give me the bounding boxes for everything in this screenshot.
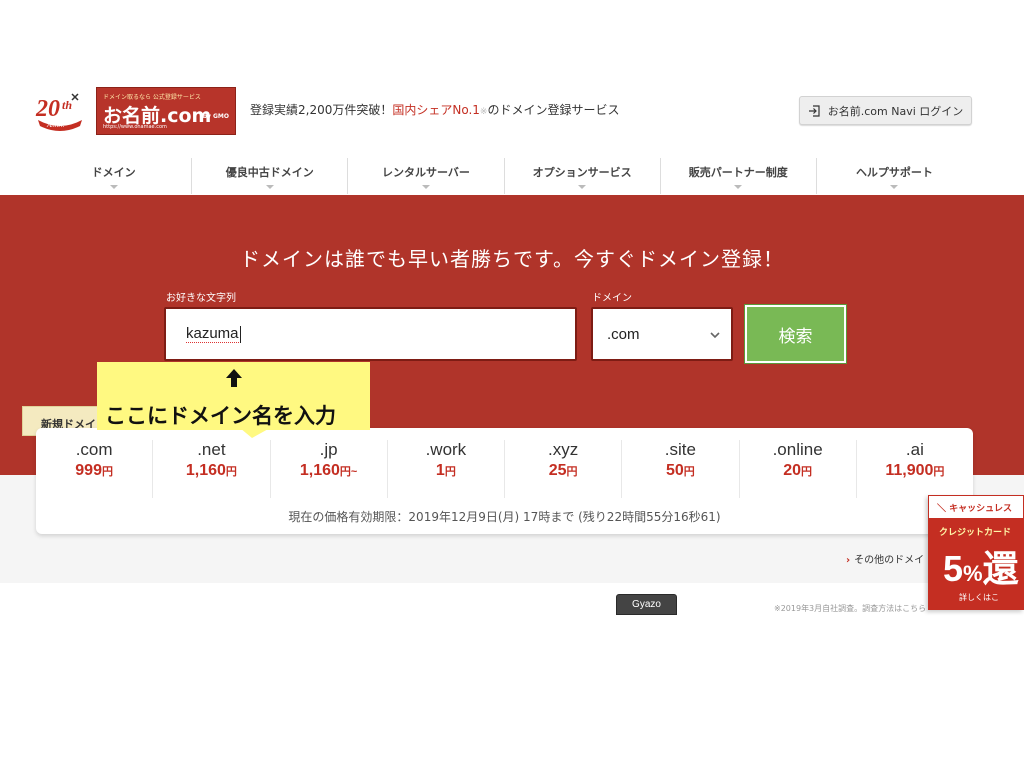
tld-price: 999円 (75, 462, 113, 479)
price-item-ai[interactable]: .ai 11,900円 (855, 440, 973, 498)
gyazo-button[interactable]: Gyazo (616, 594, 677, 615)
nav-item-help[interactable]: ヘルプサポート (815, 158, 972, 194)
tld-price: 1円 (435, 462, 456, 479)
svg-text:20: 20 (35, 96, 60, 122)
other-link-label: その他のドメイ (854, 555, 925, 566)
tld-name: .com (75, 440, 113, 459)
nav-item-partner[interactable]: 販売パートナー制度 (659, 158, 816, 194)
callout-tail (240, 428, 270, 438)
tld-price: 1,160円 (185, 462, 237, 479)
hero-title: ドメインは誰でも早い者勝ちです。今すぐドメイン登録！ (240, 247, 784, 271)
tagline-prefix: 登録実績2,200万件突破！ (250, 103, 393, 117)
svg-text:Anniv.: Anniv. (46, 121, 65, 129)
text-cursor (239, 325, 241, 343)
navi-login-button[interactable]: お名前.com Navi ログイン (799, 96, 972, 125)
header-tagline: 登録実績2,200万件突破！国内シェアNo.1※のドメイン登録サービス (250, 101, 619, 118)
svg-text:th: th (62, 98, 72, 112)
price-item-work[interactable]: .work 1円 (386, 440, 504, 498)
price-validity: 現在の価格有効期限：2019年12月9日(月) 17時まで (残り22時間55分… (288, 510, 721, 524)
caret-down-icon (265, 185, 274, 189)
tagline-suffix: のドメイン登録サービス (487, 103, 620, 117)
chevron-right-icon: › (846, 555, 851, 566)
cashless-header: ＼ キャッシュレス (937, 504, 1012, 514)
login-icon (808, 104, 820, 117)
nav-item-domain[interactable]: ドメイン (36, 158, 191, 194)
tld-price: 25円 (548, 462, 578, 479)
nav-label: ドメイン (91, 166, 136, 179)
survey-footnote: ※2019年3月自社調査。調査方法はこちら (774, 604, 927, 613)
site-logo[interactable]: ドメイン取るなら 公式登録サービス お名前.com by GMO https:/… (96, 87, 236, 135)
caret-down-icon (578, 185, 587, 189)
cashless-sub: クレジットカード (939, 528, 1012, 538)
caret-down-icon (890, 185, 899, 189)
price-item-net[interactable]: .net 1,160円 (152, 440, 269, 498)
cashless-banner[interactable]: ＼ キャッシュレス クレジットカード 5%還 詳しくはこ (928, 495, 1024, 610)
tld-price: 1,160円~ (299, 462, 358, 479)
nav-label: レンタルサーバー (381, 166, 470, 179)
tagline-highlight[interactable]: 国内シェアNo.1 (392, 103, 480, 117)
search-button[interactable]: 検索 (745, 305, 846, 363)
price-item-site[interactable]: .site 50円 (621, 440, 738, 498)
nav-item-option-service[interactable]: オプションサービス (503, 158, 660, 194)
site-header: 20 th Anniv. ドメイン取るなら 公式登録サービス お名前.com b… (0, 80, 1024, 150)
input-hint-callout: ここにドメイン名を入力 (97, 362, 370, 430)
tld-price: 11,900円 (885, 462, 945, 479)
price-item-jp[interactable]: .jp 1,160円~ (269, 440, 387, 498)
tld-name: .net (197, 440, 226, 459)
main-nav: ドメイン 優良中古ドメイン レンタルサーバー オプションサービス 販売パートナー… (36, 158, 972, 194)
price-row: .com 999円 .net 1,160円 .jp 1,160円~ .work 1円 .… (36, 440, 973, 498)
tld-price: 50円 (665, 462, 695, 479)
logo-tagline: ドメイン取るなら 公式登録サービス (103, 94, 201, 101)
nav-item-rental-server[interactable]: レンタルサーバー (347, 158, 503, 194)
caret-down-icon (734, 185, 743, 189)
cashless-more: 詳しくはこ (959, 593, 999, 602)
tld-name: .online (772, 440, 823, 459)
login-label: お名前.com Navi ログイン (827, 104, 964, 118)
price-list-card: .com 999円 .net 1,160円 .jp 1,160円~ .work 1円 .… (36, 428, 973, 534)
caret-down-icon (109, 185, 118, 189)
domain-label: ドメイン (592, 293, 632, 304)
nav-item-used-domain[interactable]: 優良中古ドメイン (191, 158, 347, 194)
chevron-down-icon (710, 332, 720, 339)
tld-name: .work (425, 440, 467, 459)
anniversary-logo-icon: 20 th Anniv. (35, 93, 82, 131)
tld-price: 20円 (783, 462, 813, 479)
string-label: お好きな文字列 (166, 293, 236, 304)
logo-gmo: by GMO (202, 113, 229, 120)
nav-label: オプションサービス (532, 166, 632, 179)
cashless-rate: 5%還 (943, 548, 1019, 589)
callout-text: ここにドメイン名を入力 (105, 404, 336, 428)
arrow-up-icon (226, 369, 242, 387)
price-item-com[interactable]: .com 999円 (36, 440, 152, 498)
price-item-xyz[interactable]: .xyz 25円 (504, 440, 621, 498)
domain-string-input[interactable]: kazuma (164, 307, 577, 361)
nav-label: 販売パートナー制度 (688, 166, 788, 179)
nav-label: 優良中古ドメイン (225, 166, 314, 179)
anniversary-badge: 20 th Anniv. (34, 90, 86, 132)
nav-label: ヘルプサポート (855, 166, 933, 179)
tld-name: .site (664, 440, 696, 459)
tld-name: .xyz (548, 440, 579, 459)
tld-select[interactable]: .com (591, 307, 733, 361)
cashless-body: クレジットカード 5%還 詳しくはこ (929, 518, 1023, 609)
tld-selected: .com (607, 325, 640, 343)
logo-url: https://www.onamae.com (103, 124, 167, 130)
tld-name: .ai (905, 440, 924, 459)
tld-name: .jp (319, 440, 338, 459)
caret-down-icon (421, 185, 430, 189)
price-item-online[interactable]: .online 20円 (738, 440, 856, 498)
input-value: kazuma (186, 325, 239, 343)
